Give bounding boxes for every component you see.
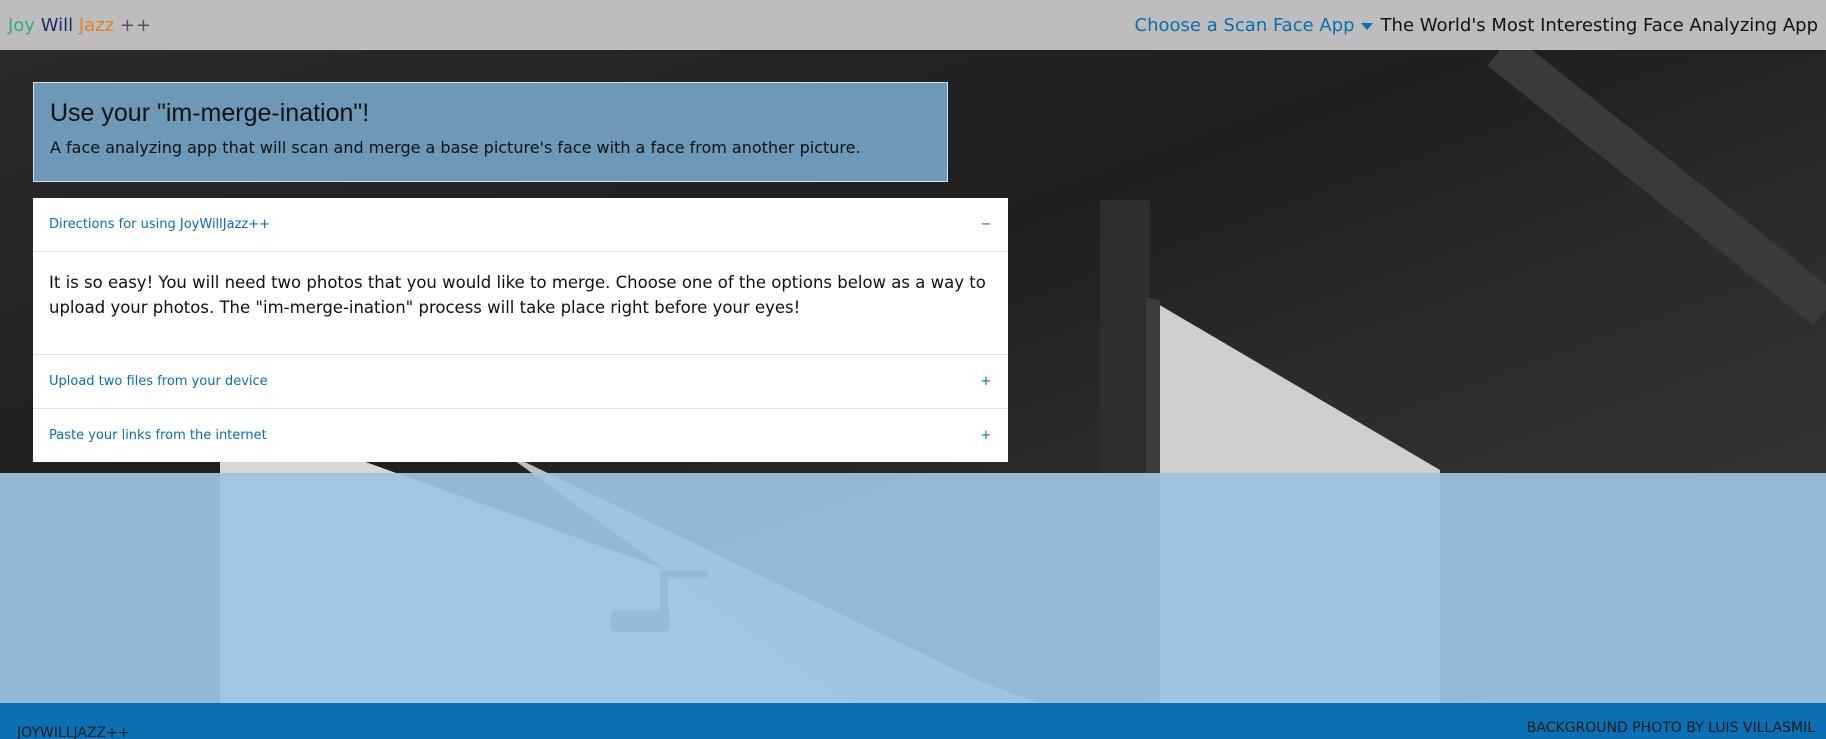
accordion-item-directions: Directions for using JoyWillJazz++ − It … — [33, 198, 1008, 355]
accordion-item-upload: Upload two files from your device + — [33, 355, 1008, 409]
caret-down-icon — [1360, 22, 1373, 30]
top-navbar: Joy Will Jazz ++ Choose a Scan Face App … — [0, 0, 1826, 50]
expand-icon: + — [980, 374, 992, 389]
accordion-title-upload[interactable]: Upload two files from your device + — [33, 355, 1008, 408]
hero-callout: Use your "im-merge-ination"! A face anal… — [33, 82, 948, 182]
accordion-title-label: Paste your links from the internet — [49, 428, 267, 443]
accordion-item-paste-links: Paste your links from the internet + — [33, 409, 1008, 462]
footer-photo-credit: BACKGROUND PHOTO BY LUIS VILLASMIL — [1526, 720, 1815, 736]
brand-will: Will — [40, 14, 74, 36]
hero-subtitle: A face analyzing app that will scan and … — [50, 138, 861, 157]
brand-joy: Joy — [8, 14, 35, 36]
footer-brand: JOYWILLJAZZ++ — [17, 725, 130, 739]
scan-face-app-dropdown[interactable]: Choose a Scan Face App — [1135, 15, 1373, 36]
footer: JOYWILLJAZZ++ BACKGROUND PHOTO BY LUIS V… — [0, 703, 1826, 739]
accordion-title-directions[interactable]: Directions for using JoyWillJazz++ − — [33, 198, 1008, 251]
blue-overlay-band — [0, 473, 1826, 703]
dropdown-label: Choose a Scan Face App — [1134, 14, 1355, 36]
accordion-title-paste-links[interactable]: Paste your links from the internet + — [33, 409, 1008, 462]
expand-icon: + — [980, 428, 992, 443]
accordion: Directions for using JoyWillJazz++ − It … — [33, 198, 1008, 462]
collapse-icon: − — [980, 217, 992, 232]
brand-jazz: Jazz — [78, 14, 115, 36]
tagline: The World's Most Interesting Face Analyz… — [1380, 14, 1818, 36]
brand-plus: ++ — [119, 14, 153, 36]
accordion-content-directions: It is so easy! You will need two photos … — [33, 251, 1008, 354]
accordion-title-label: Upload two files from your device — [49, 374, 268, 389]
hero-title: Use your "im-merge-ination"! — [50, 99, 370, 127]
top-nav: Choose a Scan Face App The World's Most … — [1135, 15, 1818, 36]
accordion-title-label: Directions for using JoyWillJazz++ — [49, 217, 271, 232]
brand-logo[interactable]: Joy Will Jazz ++ — [8, 15, 152, 36]
